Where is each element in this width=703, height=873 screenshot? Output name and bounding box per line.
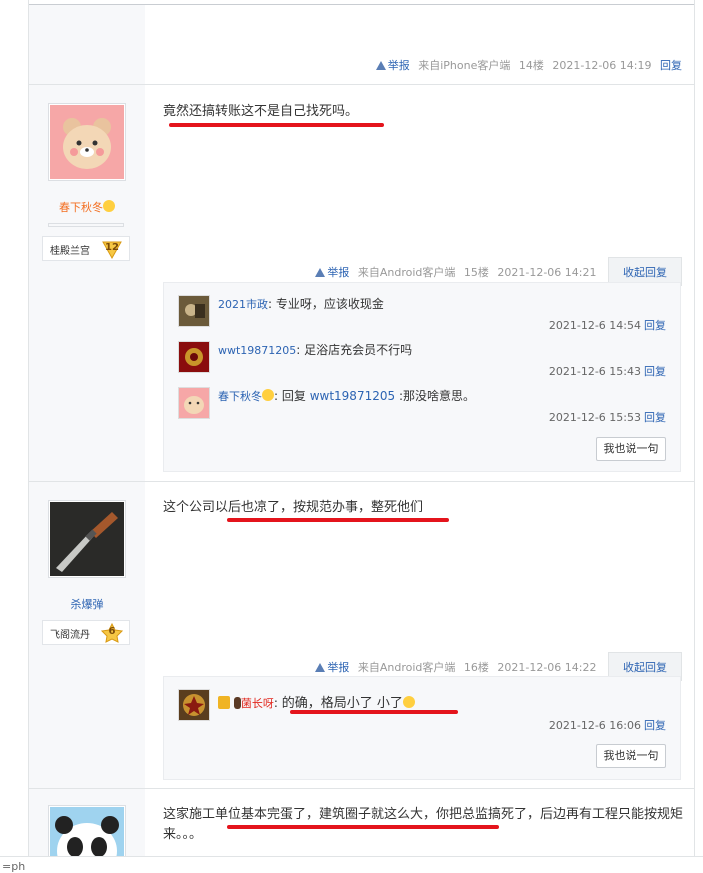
warning-icon (375, 61, 386, 70)
reply-text: 菌长呀: 的确，格局小了 小了 (218, 692, 415, 711)
reply-meta: 2021-12-6 15:43 回复 (548, 365, 666, 378)
level-badge[interactable]: 桂殿兰宫 12 (42, 236, 130, 261)
source-text: 来自Android客户端 (357, 661, 456, 674)
reply-username[interactable]: 2021市政 (218, 298, 268, 311)
report-link[interactable]: 举报 (315, 266, 349, 279)
reply-item: 春下秋冬: 回复 wwt19871205 :那没啥意思。 2021-12-6 1… (178, 387, 666, 427)
warning-icon (315, 663, 326, 672)
post-content: 这个公司以后也凉了，按规范办事，整死他们 (163, 500, 424, 515)
reply-username[interactable]: 菌长呀 (241, 697, 274, 710)
avatar-image (179, 342, 209, 372)
level-name: 飞阁流丹 (50, 630, 90, 641)
reply-avatar[interactable] (178, 689, 210, 721)
post-17: 这家施工单位基本完蛋了，建筑圈子就这么大，你把总监搞死了，后边再有工程只能按规矩… (29, 789, 694, 869)
reply-username[interactable]: 春下秋冬 (218, 390, 262, 403)
emoji-icon (262, 389, 274, 401)
source-text: 来自Android客户端 (357, 266, 456, 279)
add-reply-button[interactable]: 我也说一句 (596, 744, 666, 768)
reply-target[interactable]: wwt19871205 (310, 389, 395, 403)
level-name: 桂殿兰宫 (50, 246, 90, 257)
red-annotation (227, 518, 449, 522)
report-link[interactable]: 举报 (315, 661, 349, 674)
floor-number: 14楼 (518, 59, 544, 72)
knife-avatar-image (50, 502, 124, 576)
post-time: 2021-12-06 14:22 (497, 661, 597, 674)
reply-avatar[interactable] (178, 387, 210, 419)
post-tail: 举报 来自iPhone客户端 14楼 2021-12-06 14:19 回复 (371, 57, 682, 73)
reply-text: 春下秋冬: 回复 wwt19871205 :那没啥意思。 (218, 389, 475, 403)
avatar[interactable] (48, 103, 126, 181)
report-link[interactable]: 举报 (375, 59, 410, 72)
level-number: 12 (105, 242, 119, 253)
post-14: 举报 来自iPhone客户端 14楼 2021-12-06 14:19 回复 (29, 5, 694, 85)
reply-avatar[interactable] (178, 295, 210, 327)
floor-number: 16楼 (463, 661, 489, 674)
reply-text: 2021市政: 专业呀，应该收现金 (218, 297, 384, 311)
author-panel: 杀爆弹 飞阁流丹 6 (29, 482, 145, 788)
reply-link[interactable]: 回复 (660, 59, 682, 72)
reply-text: wwt19871205: 足浴店充会员不行吗 (218, 343, 413, 357)
badge-icon (218, 696, 230, 709)
level-number: 6 (108, 626, 116, 637)
author-panel (29, 789, 145, 869)
username[interactable]: 杀爆弹 (29, 596, 145, 612)
level-badge[interactable]: 飞阁流丹 6 (42, 620, 130, 645)
status-strip: =ph (0, 856, 703, 873)
reply-link[interactable]: 回复 (644, 365, 666, 378)
reply-username[interactable]: wwt19871205 (218, 344, 296, 357)
reply-item: wwt19871205: 足浴店充会员不行吗 2021-12-6 15:43 回复 (178, 341, 666, 381)
level-icon: 6 (100, 622, 124, 643)
red-annotation (290, 710, 458, 714)
author-panel (29, 5, 145, 84)
post-time: 2021-12-06 14:21 (497, 266, 597, 279)
bear-avatar-image (50, 105, 124, 179)
post-time: 2021-12-06 14:19 (552, 59, 652, 72)
exp-bar (48, 223, 124, 227)
red-annotation (169, 123, 384, 127)
red-annotation (227, 825, 499, 829)
level-icon: 12 (101, 239, 123, 260)
reply-link[interactable]: 回复 (644, 319, 666, 332)
author-panel: 春下秋冬 桂殿兰宫 12 (29, 85, 145, 481)
emoji-icon (402, 696, 415, 708)
avatar-image (179, 296, 209, 326)
reply-meta: 2021-12-6 14:54 回复 (548, 319, 666, 332)
post-content: 竟然还搞转账这不是自己找死吗。 (163, 104, 359, 119)
avatar-image (179, 388, 209, 418)
reply-avatar[interactable] (178, 341, 210, 373)
post-15: 春下秋冬 桂殿兰宫 12 竟然还搞转账这不是自己找死吗。 举报 来自Androi… (29, 85, 694, 482)
post-16: 杀爆弹 飞阁流丹 6 这个公司以后也凉了，按规范办事，整死他们 举报 来自And… (29, 482, 694, 789)
emoji-icon (103, 200, 115, 212)
username[interactable]: 春下秋冬 (29, 199, 145, 215)
reply-meta: 2021-12-6 15:53 回复 (548, 411, 666, 424)
reply-item: 2021市政: 专业呀，应该收现金 2021-12-6 14:54 回复 (178, 295, 666, 335)
hand-icon (233, 697, 241, 709)
floor-number: 15楼 (463, 266, 489, 279)
add-reply-button[interactable]: 我也说一句 (596, 437, 666, 461)
reply-meta: 2021-12-6 16:06 回复 (548, 719, 666, 732)
thread-container: 举报 来自iPhone客户端 14楼 2021-12-06 14:19 回复 春… (28, 0, 695, 869)
reply-list: 2021市政: 专业呀，应该收现金 2021-12-6 14:54 回复 wwt1… (163, 282, 681, 472)
reply-item: 菌长呀: 的确，格局小了 小了 2021-12-6 16:06 回复 (178, 689, 666, 732)
avatar[interactable] (48, 500, 126, 578)
reply-link[interactable]: 回复 (644, 411, 666, 424)
warning-icon (315, 268, 326, 277)
avatar-image (179, 690, 209, 720)
source-text: 来自iPhone客户端 (418, 59, 511, 72)
reply-list: 菌长呀: 的确，格局小了 小了 2021-12-6 16:06 回复 我也说一句 (163, 676, 681, 780)
reply-link[interactable]: 回复 (644, 719, 666, 732)
